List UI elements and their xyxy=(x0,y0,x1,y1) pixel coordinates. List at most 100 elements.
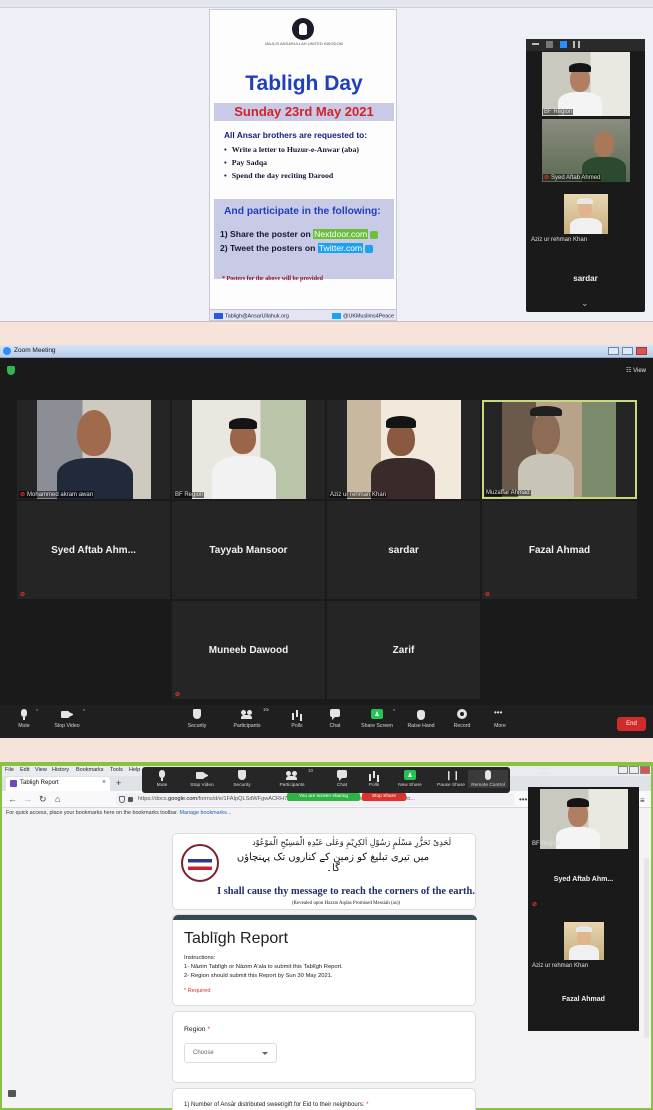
polls-button[interactable]: Polls xyxy=(354,770,394,788)
stop-video-button[interactable]: Stop Video xyxy=(182,770,222,788)
participant-tile[interactable]: sardar xyxy=(327,501,480,599)
banner-revealed: (Revealed upon Hazrat Aqdas Promised Mes… xyxy=(291,901,401,906)
ansarullah-logo xyxy=(292,18,314,40)
participants-button[interactable]: 10 Participants xyxy=(272,768,313,788)
manage-bookmarks-link[interactable]: Manage bookmarks... xyxy=(179,810,231,816)
menu-bookmarks[interactable]: Bookmarks xyxy=(76,767,104,773)
participant-tile[interactable]: Zarif xyxy=(327,601,480,699)
banner-urdu-top: لَحَدِیْ تَحَزُّرِ مَسْلَمٍ رَسُوْلِ اَل… xyxy=(252,838,451,847)
pause-icon: ❙❙ xyxy=(445,770,461,780)
minimize-button[interactable] xyxy=(608,347,619,355)
nextdoor-icon xyxy=(370,230,379,239)
remote-control-button[interactable]: Remote Control xyxy=(468,770,508,788)
zoom-meeting-window: Zoom Meeting ☷ View ⊘ Mohammed akram awan… xyxy=(0,345,653,738)
speaker-view-icon[interactable] xyxy=(560,41,567,48)
gallery-view-icon[interactable] xyxy=(573,41,580,48)
close-button[interactable] xyxy=(640,766,650,774)
video-tile[interactable]: ⊘ Mohammed akram awan xyxy=(17,400,170,499)
video-tile[interactable] xyxy=(564,194,608,234)
video-tile[interactable]: BF Region xyxy=(172,400,325,499)
participant-tile[interactable]: Fazal Ahmad ⊘ xyxy=(482,501,637,599)
mute-button[interactable]: Mute xyxy=(2,709,46,729)
new-tab-icon[interactable]: + xyxy=(116,778,121,788)
minimize-icon[interactable] xyxy=(532,43,539,45)
new-share-button[interactable]: New Share xyxy=(390,770,430,788)
window-title: Zoom Meeting xyxy=(14,347,56,354)
encryption-shield-icon[interactable] xyxy=(7,366,15,375)
menu-edit[interactable]: Edit xyxy=(20,767,29,773)
participant-name: BF Region xyxy=(543,109,574,115)
zoom-side-panel: BF Region ⊘ Syed Aftab Ahmed Aziz ur rehm… xyxy=(526,39,645,312)
participant-name: Aziz ur rehman Khan xyxy=(532,963,589,969)
security-button[interactable]: Security xyxy=(222,770,262,788)
feedback-icon[interactable] xyxy=(8,1090,16,1097)
microphone-icon xyxy=(18,709,30,720)
scrollbar[interactable] xyxy=(644,858,649,1038)
reload-icon[interactable]: ↻ xyxy=(39,794,47,805)
stop-share-button[interactable]: Stop Share xyxy=(362,793,406,801)
menu-help[interactable]: Help xyxy=(129,767,140,773)
twitter-highlight: Twitter.com xyxy=(317,243,364,253)
google-form: لَحَدِیْ تَحَزُّرِ مَسْلَمٍ رَسُوْلِ اَل… xyxy=(172,833,477,1110)
instruction-line: 2- Region should submit this Report by S… xyxy=(184,973,333,979)
close-tab-icon[interactable]: × xyxy=(102,779,106,786)
muted-mic-icon: ⊘ xyxy=(532,902,538,908)
page-actions-icon[interactable]: ••• xyxy=(519,795,527,804)
participant-name: Syed Aftab Ahm... xyxy=(553,876,614,883)
video-tile[interactable] xyxy=(540,789,628,849)
view-button[interactable]: ☷ View xyxy=(626,367,646,374)
muted-mic-icon: ⊘ xyxy=(20,492,26,498)
chevron-up-icon[interactable]: ^ xyxy=(36,709,38,715)
zoom-share-controls: Mute Stop Video Security 10 Participants … xyxy=(142,767,510,801)
region-dropdown[interactable]: Choose xyxy=(184,1043,277,1063)
tab-tabligh-report[interactable]: Tabligh Report × xyxy=(6,777,110,791)
minimize-button[interactable] xyxy=(618,766,628,774)
participant-name: Aziz ur rehman Khan xyxy=(531,237,588,243)
maximize-button[interactable] xyxy=(622,347,633,355)
muted-mic-icon: ⊘ xyxy=(544,175,550,181)
video-tile[interactable]: BF Region xyxy=(542,52,630,116)
video-tile[interactable] xyxy=(564,922,604,960)
participant-tile[interactable]: Syed Aftab Ahm... ⊘ xyxy=(17,501,170,599)
share-screen-icon xyxy=(404,770,416,781)
nextdoor-highlight: Nextdoor.com xyxy=(313,229,369,239)
question-card: Region * Choose xyxy=(172,1011,476,1083)
video-tile[interactable]: Aziz ur rehman Khan xyxy=(327,400,480,499)
video-tile[interactable]: ⊘ Syed Aftab Ahmed xyxy=(542,119,630,182)
pause-share-button[interactable]: ❙❙ Pause Share xyxy=(431,770,471,788)
participant-name: Fazal Ahmad xyxy=(528,545,591,556)
hamburger-menu-icon[interactable]: ≡ xyxy=(640,796,645,805)
participants-button[interactable]: 10 Participants xyxy=(225,707,269,729)
form-header-card: Tablīgh Report Instructions: 1- Nāzim Ta… xyxy=(172,914,477,1006)
screen-sharing-banner: You are screen sharing xyxy=(287,793,360,801)
menu-history[interactable]: History xyxy=(52,767,69,773)
menu-view[interactable]: View xyxy=(35,767,47,773)
camera-icon xyxy=(61,709,73,720)
chevron-up-icon[interactable]: ^ xyxy=(83,709,85,715)
thumbnail-view-icon[interactable] xyxy=(546,41,553,48)
menu-tools[interactable]: Tools xyxy=(110,767,123,773)
raise-hand-button[interactable]: Raise Hand xyxy=(399,709,443,729)
chevron-down-icon[interactable]: ⌄ xyxy=(581,298,589,309)
video-tile-active-speaker[interactable]: Muzaffar Ahmad xyxy=(482,400,637,499)
home-icon[interactable]: ⌂ xyxy=(55,794,60,804)
poster-bullet: Write a letter to Huzur-e-Anwar (aba) xyxy=(224,143,396,156)
participant-tile[interactable]: Tayyab Mansoor xyxy=(172,501,325,599)
participant-tile[interactable]: Muneeb Dawood ⊘ xyxy=(172,601,325,699)
microphone-icon xyxy=(156,770,168,781)
chat-button[interactable]: Chat xyxy=(313,709,357,729)
more-button[interactable]: More xyxy=(478,708,522,729)
chevron-up-icon[interactable]: ^ xyxy=(267,709,269,715)
forward-icon[interactable]: → xyxy=(23,794,32,804)
maximize-button[interactable] xyxy=(629,766,639,774)
back-icon[interactable]: ← xyxy=(8,794,17,804)
security-button[interactable]: Security xyxy=(175,709,219,729)
close-button[interactable] xyxy=(636,347,647,355)
logo-caption: MAJLIS ANSARULLAH UNITED KINGDOM xyxy=(265,41,343,46)
polls-icon xyxy=(368,770,380,781)
end-meeting-button[interactable]: End xyxy=(617,717,646,731)
chevron-up-icon[interactable]: ^ xyxy=(393,709,395,715)
mute-button[interactable]: Mute xyxy=(142,770,182,788)
menu-file[interactable]: File xyxy=(5,767,14,773)
shield-icon xyxy=(119,796,125,803)
